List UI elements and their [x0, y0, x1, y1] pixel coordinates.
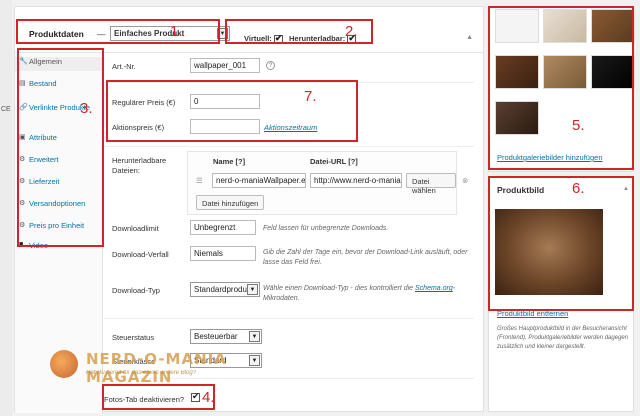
download-type-value: Standardprodukt	[194, 285, 254, 294]
annotation-box-4	[102, 384, 215, 410]
divider	[104, 318, 474, 319]
add-file-button[interactable]: Datei hinzufügen	[196, 195, 265, 210]
annotation-box-1	[16, 19, 220, 44]
choose-file-button[interactable]: Datei wählen	[406, 173, 456, 195]
downloadable-files-label: Herunterladbare Dateien:	[112, 156, 167, 175]
tax-status-label: Steuerstatus	[112, 333, 155, 342]
download-limit-input[interactable]: Unbegrenzt	[190, 220, 256, 235]
download-limit-label: Downloadlimit	[112, 224, 159, 233]
annotation-box-3	[17, 48, 104, 247]
annotation-number-3: 3.	[80, 100, 93, 117]
annotation-number-6: 6.	[572, 180, 585, 197]
file-url-input[interactable]: http://www.nerd-o-mania	[310, 173, 402, 188]
col-url-header: Datei-URL [?]	[310, 157, 358, 166]
logo-emblem-icon	[50, 350, 78, 378]
sku-input[interactable]: wallpaper_001	[190, 58, 260, 73]
annotation-number-4: 4.	[202, 389, 215, 406]
watermark-logo: NERD-O-MANIA MAGAZIN Hat Du bereit für d…	[44, 346, 269, 386]
admin-menu-edge: CE	[0, 0, 12, 416]
download-type-desc-text: Wähle einen Download-Typ - dies kontroll…	[263, 285, 414, 292]
collapse-caret-icon[interactable]: ▲	[466, 34, 473, 41]
download-expiry-label: Download-Verfall	[112, 250, 169, 259]
annotation-number-2: 2.	[345, 23, 358, 40]
drag-handle-icon[interactable]: ☰	[196, 176, 203, 185]
annotation-number-7: 7.	[304, 88, 317, 105]
download-type-description: Wähle einen Download-Typ - dies kontroll…	[263, 284, 463, 304]
tax-status-select[interactable]: Besteuerbar ▼	[190, 329, 262, 344]
file-name-input[interactable]: nerd-o-maniaWallpaper.e	[212, 173, 306, 188]
download-limit-description: Feld lassen für unbegrenzte Downloads.	[263, 225, 389, 232]
annotation-box-6	[488, 176, 634, 311]
help-icon[interactable]: ?	[266, 61, 275, 70]
admin-menu-edge-text: CE	[1, 106, 11, 113]
watermark-tagline: Hat Du bereit für das etwas andere Blog?	[86, 370, 197, 376]
annotation-number-5: 5.	[572, 117, 585, 134]
divider	[104, 146, 474, 147]
download-expiry-input[interactable]: Niemals	[190, 246, 256, 261]
schema-org-link[interactable]: Schema.org	[415, 285, 453, 292]
annotation-box-5	[488, 6, 634, 170]
product-image-description: Großes Hauptproduktbild in der Besuchera…	[497, 326, 629, 350]
remove-file-icon[interactable]: ⊗	[462, 176, 468, 185]
col-name-header: Name [?]	[213, 157, 246, 166]
download-expiry-description: Gib die Zahl der Tage ein, bevor der Dow…	[263, 249, 468, 266]
watermark-name-part-1: NERD-O-MANIA	[86, 350, 227, 368]
sku-label: Art.-Nr.	[112, 62, 136, 71]
download-type-select[interactable]: Standardprodukt ▼	[190, 282, 260, 297]
annotation-box-7	[106, 80, 358, 142]
download-type-label: Download-Typ	[112, 286, 160, 295]
chevron-down-icon: ▼	[247, 284, 258, 295]
annotation-number-1: 1.	[170, 23, 183, 40]
chevron-down-icon: ▼	[249, 331, 260, 342]
downloadable-files-table: Name [?] Datei-URL [?] ☰ nerd-o-maniaWal…	[187, 151, 468, 215]
watermark-name: NERD-O-MANIA MAGAZIN	[86, 350, 269, 386]
tax-status-value: Besteuerbar	[194, 332, 238, 341]
